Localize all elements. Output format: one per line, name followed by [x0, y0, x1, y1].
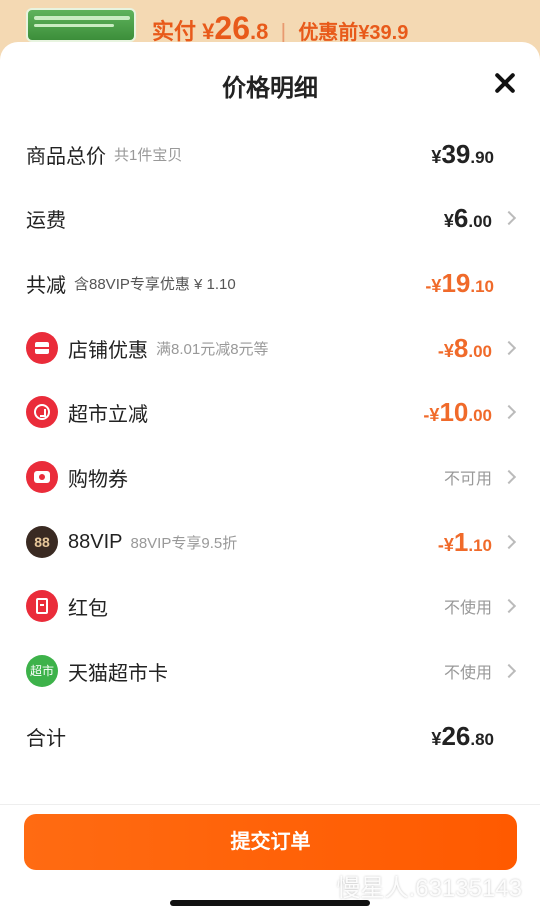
row-total-reduce: 共减 含88VIP专享优惠 ¥ 1.10 -¥ 19.10 [0, 253, 540, 313]
shop-discount-label: 店铺优惠 [68, 339, 148, 362]
chevron-right-icon [501, 210, 517, 226]
row-shipping[interactable]: 运费 ¥6.00 [0, 188, 540, 248]
red-packet-status: 不使用 [443, 600, 492, 617]
product-thumbnail [26, 8, 136, 42]
sum-amount: ¥26.80 [431, 720, 494, 751]
tmall-card-icon: 超市 [26, 655, 58, 687]
discount-icon [26, 396, 58, 428]
paid-label: 实付 [152, 19, 197, 44]
row-shop-discount[interactable]: 店铺优惠 满8.01元减8元等 -¥ 8.00 [0, 318, 540, 378]
sum-label: 合计 [26, 727, 66, 750]
paid-currency: ¥ [202, 19, 215, 44]
total-reduce-amount: -¥ 19.10 [425, 267, 494, 298]
submit-order-button[interactable]: 提交订单 [24, 814, 517, 870]
original-label: 优惠前 [298, 22, 359, 44]
chevron-right-icon [501, 340, 517, 356]
super-reduce-amount: -¥ 10.00 [423, 396, 492, 427]
total-reduce-label: 共减 [26, 274, 66, 297]
paid-dec: .8 [249, 19, 269, 44]
paid-int: 26 [214, 10, 250, 46]
vip-note: 88VIP专享9.5折 [130, 534, 238, 552]
total-goods-count: 共1件宝贝 [114, 146, 183, 164]
vip-icon: 88 [26, 526, 58, 558]
super-reduce-label: 超市立减 [68, 403, 148, 426]
vip-label: 88VIP [68, 530, 123, 553]
price-detail-sheet: 价格明细 商品总价 共1件宝贝 ¥39.90 运费 ¥6.00 共减 含88VI… [0, 42, 540, 914]
shipping-amount: ¥6.00 [443, 202, 492, 233]
red-packet-label: 红包 [68, 597, 108, 620]
row-super-reduce[interactable]: 超市立减 -¥ 10.00 [0, 382, 540, 442]
tmall-card-label: 天猫超市卡 [68, 662, 168, 685]
coupon-label: 购物券 [68, 468, 128, 491]
chevron-right-icon [501, 469, 517, 485]
close-icon[interactable] [492, 70, 518, 96]
chevron-right-icon [501, 663, 517, 679]
row-tmall-card[interactable]: 超市 天猫超市卡 不使用 [0, 641, 540, 701]
row-total-goods: 商品总价 共1件宝贝 ¥39.90 [0, 124, 540, 184]
row-vip[interactable]: 88 88VIP 88VIP专享9.5折 -¥ 1.10 [0, 512, 540, 572]
sheet-title: 价格明细 [222, 75, 318, 102]
coupon-status: 不可用 [443, 471, 492, 488]
row-red-packet[interactable]: 红包 不使用 [0, 576, 540, 636]
watermark-text: 慢星人.63135143 [336, 875, 522, 902]
coupon-icon [26, 461, 58, 493]
shop-discount-note: 满8.01元减8元等 [156, 340, 269, 358]
total-goods-amount: ¥39.90 [431, 138, 494, 169]
chevron-right-icon [501, 404, 517, 420]
chevron-right-icon [501, 534, 517, 550]
original-price: ¥39.9 [358, 22, 409, 44]
total-reduce-note: 含88VIP专享优惠 ¥ 1.10 [74, 275, 236, 293]
total-goods-label: 商品总价 [26, 145, 106, 168]
summary-separator: | [280, 19, 287, 44]
row-sum: 合计 ¥26.80 [0, 706, 540, 766]
footer-divider [0, 804, 540, 805]
tmall-card-status: 不使用 [443, 665, 492, 682]
shipping-label: 运费 [26, 209, 66, 232]
red-packet-icon [26, 590, 58, 622]
row-coupon[interactable]: 购物券 不可用 [0, 447, 540, 507]
shop-discount-amount: -¥ 8.00 [437, 332, 492, 363]
shop-icon [26, 332, 58, 364]
chevron-right-icon [501, 598, 517, 614]
vip-amount: -¥ 1.10 [437, 526, 492, 557]
